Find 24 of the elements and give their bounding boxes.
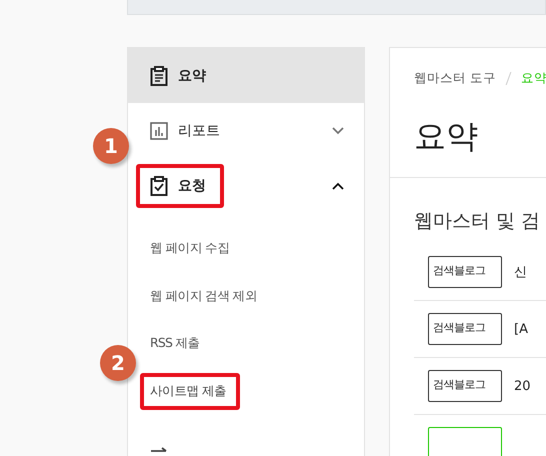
breadcrumb-link[interactable]: 웹마스터 도구 <box>414 70 496 87</box>
step-marker: 1 <box>93 128 129 164</box>
checklist-icon <box>150 176 168 196</box>
section-title: 웹마스터 및 검 <box>413 209 542 234</box>
row-text: [A <box>514 322 528 336</box>
item-label: 요청 <box>178 176 206 194</box>
clipboard-icon <box>150 66 168 86</box>
sidebar-item[interactable]: 리포트 <box>128 103 364 158</box>
row-text: 20 <box>514 378 531 394</box>
sidebar-item[interactable]: 요청 <box>128 158 364 213</box>
category-tag: 검색블로그 <box>428 313 502 345</box>
row-text: 신 <box>514 264 527 281</box>
category-tag: 검색블로그 <box>428 370 502 402</box>
category-tag: 검색블로그 <box>428 256 502 288</box>
step-marker: 2 <box>100 345 136 381</box>
submenu-item[interactable]: 사이트맵 제출 <box>140 372 240 410</box>
bar-chart-icon <box>150 122 168 140</box>
submenu-item[interactable]: 웹 페이지 검색 제외 <box>140 278 268 315</box>
sidebar-item-selected[interactable]: 요약 <box>128 48 364 103</box>
submenu-item[interactable]: RSS 제출 <box>140 325 210 362</box>
item-label: 리포트 <box>178 122 220 140</box>
submenu-item[interactable]: 웹 페이지 수집 <box>140 230 240 268</box>
page-title: 요약 <box>390 87 546 178</box>
item-label: 요약 <box>178 66 206 84</box>
